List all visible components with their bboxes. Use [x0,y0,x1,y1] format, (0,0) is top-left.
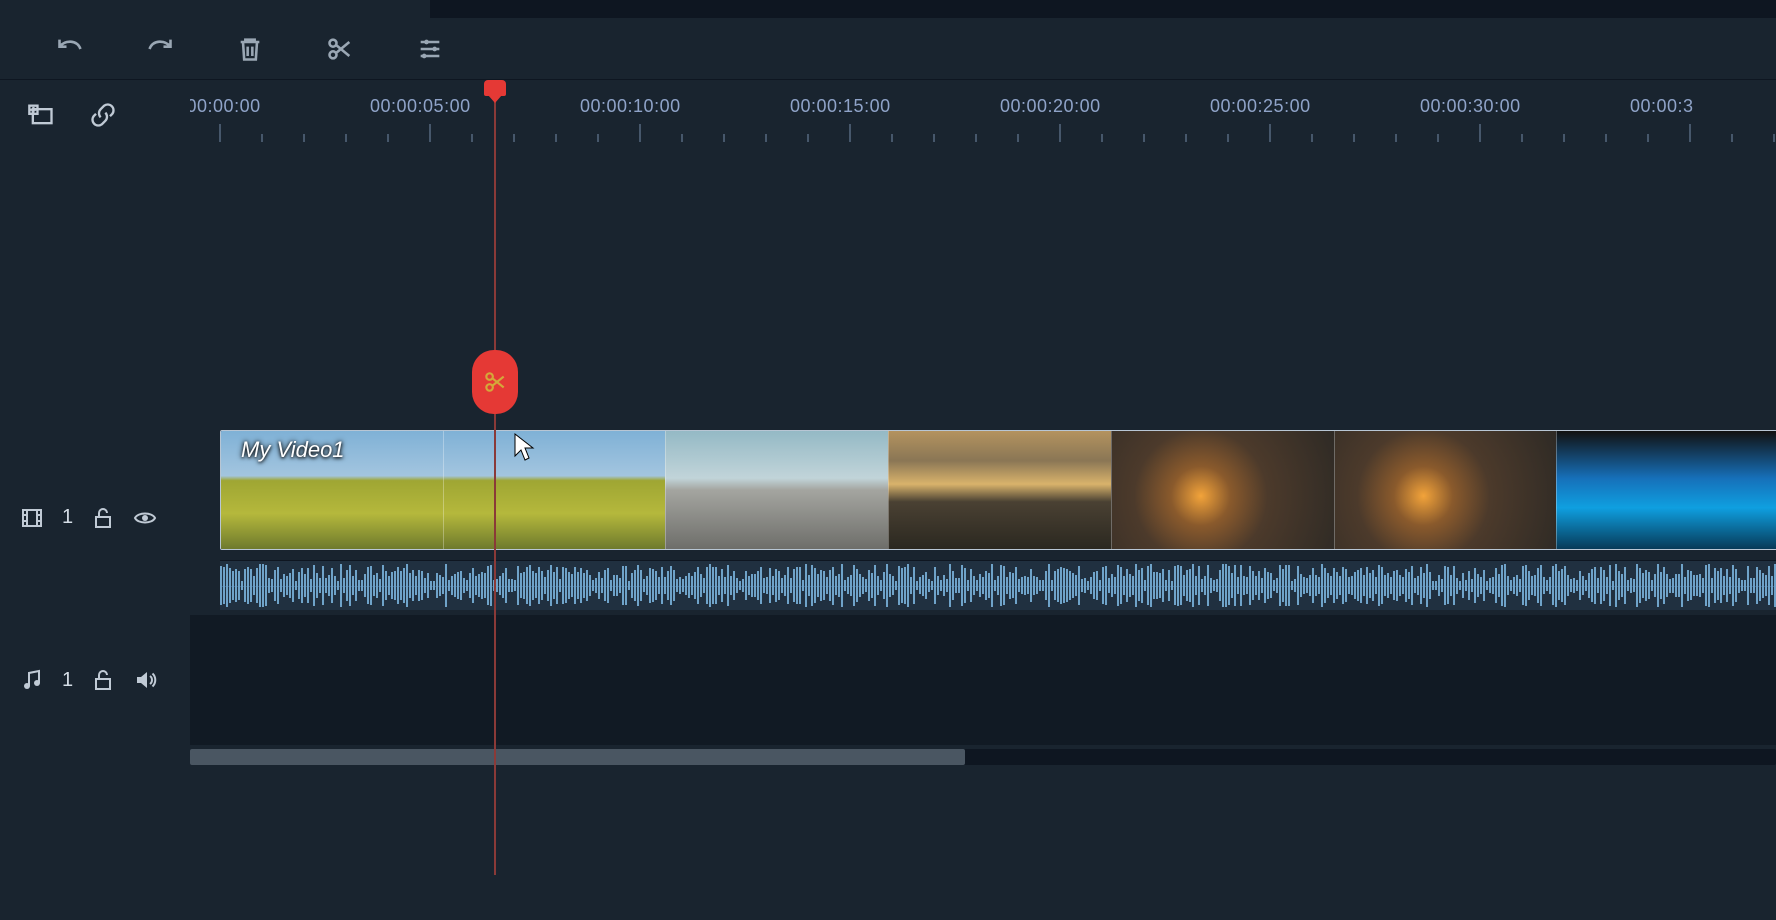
audio-track-body[interactable] [190,615,1776,745]
ruler-timecode: 00:00:25:00 [1210,96,1311,117]
empty-track-area [0,150,1776,350]
speaker-icon[interactable] [133,668,157,692]
clip-title: My Video1 [241,437,345,463]
split-handle[interactable] [472,350,518,414]
scissors-icon [326,35,354,63]
clip-thumbnail [1334,431,1557,549]
timeline-scrollbar-track[interactable] [190,749,1776,765]
link-button[interactable] [88,100,118,130]
playhead-line [494,95,496,875]
timeline-scrollbar-row [0,745,1776,769]
audio-track-head: 1 [0,615,190,745]
ruler-timecode: 00:00:00:00 [190,96,261,117]
cursor-icon [513,432,537,467]
timeline-editor: 00:00:00:00 00:00:05:00 00:00:10:00 00:00:1… [0,0,1776,920]
ruler-timecode: 00:00:05:00 [370,96,471,117]
add-marker-button[interactable] [26,100,56,130]
adjust-button[interactable] [412,31,448,67]
video-track-head: 1 [0,420,190,615]
scrollbar-spacer [0,745,190,769]
unlock-icon[interactable] [91,506,115,530]
ruler-timecode: 00:00:30:00 [1420,96,1521,117]
add-rect-icon [27,101,55,129]
music-note-icon [20,668,44,692]
audio-track-index: 1 [62,669,73,692]
video-track-row: 1 My Video1 [0,420,1776,615]
unlock-icon[interactable] [91,668,115,692]
split-button[interactable] [322,31,358,67]
video-clip[interactable]: My Video1 [220,430,1776,550]
clip-thumbnail [1111,431,1334,549]
audio-waveform[interactable] [220,560,1776,610]
clip-thumbnail [1556,431,1776,549]
trash-icon [236,35,264,63]
scissors-icon [482,369,508,395]
delete-button[interactable] [232,31,268,67]
tracks-container: 1 My Video1 1 [0,350,1776,769]
clip-thumbnail [665,431,888,549]
eye-icon[interactable] [133,506,157,530]
redo-button[interactable] [142,31,178,67]
undo-button[interactable] [52,31,88,67]
ruler-timecode: 00:00:3 [1630,96,1694,117]
split-row-head [0,350,190,420]
clip-thumbnail [888,431,1111,549]
ruler-timecode: 00:00:15:00 [790,96,891,117]
timeline-scrollbar-thumb[interactable] [190,749,965,765]
undo-icon [56,35,84,63]
split-row-body [190,350,1776,420]
ruler-timecode: 00:00:20:00 [1000,96,1101,117]
video-track-index: 1 [62,506,73,529]
clip-thumbnail [443,431,666,549]
active-tab-stub [0,0,430,18]
sliders-icon [416,35,444,63]
playhead-handle[interactable] [484,80,506,96]
ruler-row: 00:00:00:00 00:00:05:00 00:00:10:00 00:00:1… [0,80,1776,150]
audio-track-row: 1 [0,615,1776,745]
timeline-toolbar [0,18,1776,80]
film-icon [20,506,44,530]
ruler-controls [0,80,190,150]
time-ruler[interactable]: 00:00:00:00 00:00:05:00 00:00:10:00 00:00:1… [190,80,1776,150]
top-tabs-stub [0,0,1776,18]
ruler-timecode: 00:00:10:00 [580,96,681,117]
redo-icon [146,35,174,63]
split-marker-row [0,350,1776,420]
link-icon [89,101,117,129]
video-track-body[interactable]: My Video1 [190,420,1776,615]
